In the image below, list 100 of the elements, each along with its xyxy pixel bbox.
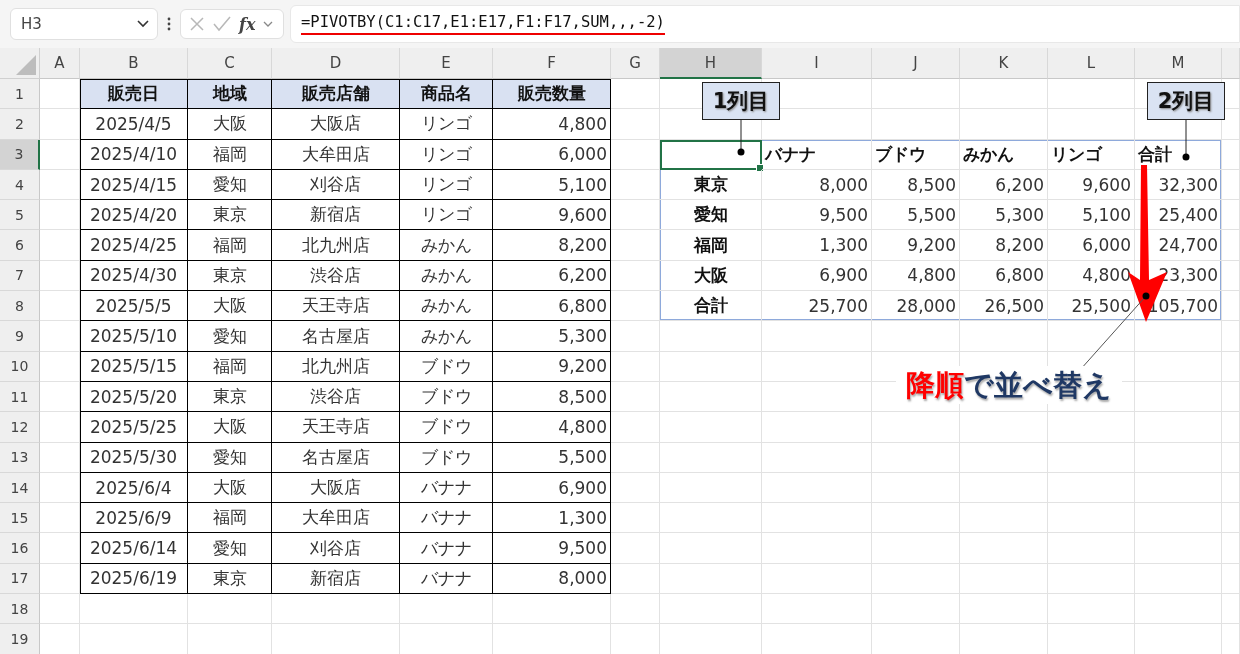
row-heading[interactable]: 8 [0, 291, 40, 322]
table-cell: リンゴ [400, 169, 493, 201]
table-cell: 2025/5/5 [80, 291, 188, 322]
table-cell: 愛知 [188, 321, 272, 352]
table-cell: 福岡 [188, 351, 272, 382]
table-cell: 東京 [188, 200, 272, 231]
table-cell: 東京 [188, 260, 272, 292]
table-cell: 6,900 [493, 472, 611, 504]
table-cell: リンゴ [400, 200, 493, 231]
row-heading[interactable]: 15 [0, 503, 40, 534]
table-cell: 28,000 [872, 291, 960, 322]
table-cell: 4,800 [872, 260, 960, 292]
table-cell: 大牟田店 [272, 139, 400, 170]
table-cell: 6,900 [762, 260, 872, 292]
table-cell: 2025/5/10 [80, 321, 188, 352]
name-box[interactable]: H3 [10, 8, 158, 40]
table-cell: 2025/6/14 [80, 533, 188, 564]
table-cell: 新宿店 [272, 563, 400, 595]
table-cell: 2025/4/20 [80, 200, 188, 231]
table-cell: 大阪店 [272, 472, 400, 504]
table-cell: 東京 [188, 381, 272, 413]
table-cell: 5,300 [960, 200, 1048, 231]
column-heading[interactable]: L [1048, 48, 1135, 79]
row-heading[interactable]: 6 [0, 230, 40, 261]
column-heading[interactable]: A [40, 48, 80, 79]
row-header: 愛知 [660, 200, 762, 231]
table-cell: 天王寺店 [272, 412, 400, 443]
formula-field[interactable]: =PIVOTBY(C1:C17,E1:E17,F1:F17,SUM,,,-2) [290, 5, 1240, 43]
column-header: バナナ [762, 139, 872, 170]
table-cell: 6,800 [493, 291, 611, 322]
annotation-text: 降順で並べ替え [896, 366, 1122, 404]
table-cell: 2025/5/25 [80, 412, 188, 443]
table-cell: 愛知 [188, 169, 272, 201]
table-cell: 8,000 [493, 563, 611, 595]
table-cell: 福岡 [188, 139, 272, 170]
row-heading[interactable]: 5 [0, 200, 40, 231]
table-cell: みかん [400, 291, 493, 322]
column-header: みかん [960, 139, 1048, 170]
row-heading[interactable]: 14 [0, 472, 40, 504]
column-heading[interactable]: H [660, 48, 762, 79]
table-cell: 9,600 [493, 200, 611, 231]
table-cell: 2025/6/9 [80, 503, 188, 534]
row-heading[interactable]: 3 [0, 139, 40, 170]
table-cell: みかん [400, 321, 493, 352]
table-cell: 25,500 [1048, 291, 1135, 322]
column-heading[interactable]: C [188, 48, 272, 79]
row-heading[interactable]: 2 [0, 109, 40, 140]
column-heading[interactable]: B [80, 48, 188, 79]
table-cell: バナナ [400, 503, 493, 534]
table-cell: 5,100 [493, 169, 611, 201]
callout-label: 1列目 [702, 82, 780, 120]
row-heading[interactable]: 1 [0, 79, 40, 110]
row-heading[interactable]: 10 [0, 351, 40, 382]
row-header: 福岡 [660, 230, 762, 261]
column-heading[interactable]: E [400, 48, 493, 79]
table-cell: 新宿店 [272, 200, 400, 231]
table-cell: リンゴ [400, 139, 493, 170]
column-heading[interactable]: F [493, 48, 611, 79]
column-header: 地域 [188, 79, 272, 110]
row-heading[interactable]: 16 [0, 533, 40, 564]
table-cell: 大阪 [188, 109, 272, 140]
table-cell: 渋谷店 [272, 381, 400, 413]
table-cell: 8,200 [960, 230, 1048, 261]
table-cell: 9,200 [493, 351, 611, 382]
table-cell: バナナ [400, 533, 493, 564]
row-heading[interactable]: 17 [0, 563, 40, 595]
column-header: ブドウ [872, 139, 960, 170]
column-heading[interactable]: G [611, 48, 660, 79]
table-cell: 2025/4/5 [80, 109, 188, 140]
table-cell: リンゴ [400, 109, 493, 140]
table-cell: 福岡 [188, 503, 272, 534]
table-cell: 8,500 [872, 169, 960, 201]
row-heading[interactable]: 12 [0, 412, 40, 443]
row-heading[interactable]: 11 [0, 381, 40, 413]
table-cell: 8,200 [493, 230, 611, 261]
row-heading[interactable]: 19 [0, 624, 40, 654]
column-heading[interactable]: D [272, 48, 400, 79]
column-heading[interactable]: K [960, 48, 1048, 79]
insert-function-button[interactable]: fx [239, 14, 256, 34]
table-cell: 愛知 [188, 533, 272, 564]
table-cell: 天王寺店 [272, 291, 400, 322]
column-heading[interactable]: J [872, 48, 960, 79]
table-cell: 大牟田店 [272, 503, 400, 534]
table-cell: 刈谷店 [272, 533, 400, 564]
column-heading[interactable]: M [1135, 48, 1222, 79]
row-heading[interactable]: 18 [0, 594, 40, 625]
row-heading[interactable]: 4 [0, 169, 40, 201]
row-heading[interactable]: 9 [0, 321, 40, 352]
column-heading[interactable]: I [762, 48, 872, 79]
row-header: 東京 [660, 169, 762, 201]
table-cell: 2025/6/19 [80, 563, 188, 595]
table-cell: 2025/4/15 [80, 169, 188, 201]
row-heading[interactable]: 13 [0, 442, 40, 473]
column-header: 販売日 [80, 79, 188, 110]
table-cell: 6,200 [493, 260, 611, 292]
table-cell: 6,800 [960, 260, 1048, 292]
table-cell: 2025/5/20 [80, 381, 188, 413]
table-cell: ブドウ [400, 351, 493, 382]
table-cell: 2025/4/10 [80, 139, 188, 170]
row-heading[interactable]: 7 [0, 260, 40, 292]
